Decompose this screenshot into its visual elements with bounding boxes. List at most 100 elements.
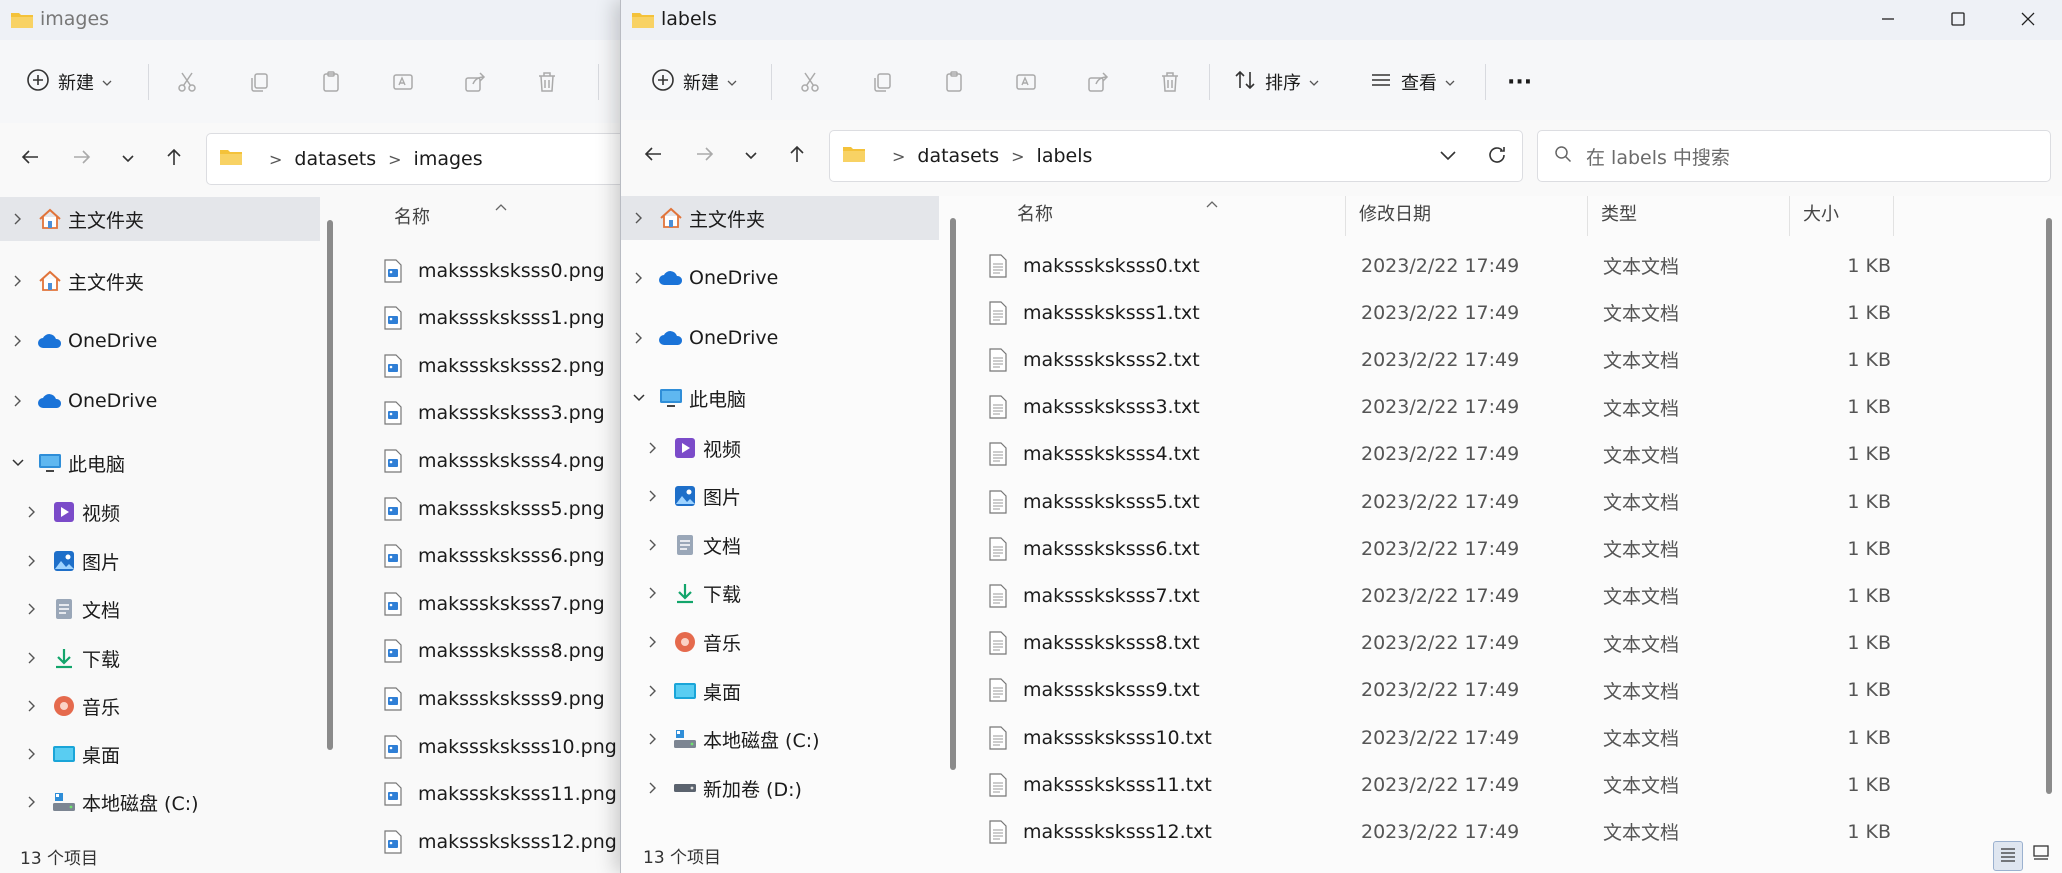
- nav-item-videos[interactable]: 视频: [621, 426, 939, 470]
- maximize-button[interactable]: [1923, 0, 1993, 40]
- chevron-down-icon[interactable]: [8, 458, 28, 468]
- chevron-right-icon[interactable]: [8, 212, 28, 226]
- address-bar[interactable]: > datasets > images: [206, 133, 640, 185]
- nav-item-desktop[interactable]: 桌面: [621, 669, 939, 713]
- nav-item-pictures[interactable]: 图片: [621, 474, 939, 518]
- recent-locations-button[interactable]: [733, 138, 769, 174]
- column-header-name[interactable]: 名称: [1017, 196, 1053, 230]
- file-row[interactable]: maksssksksss0.txt 2023/2/22 17:49 文本文档 1 KB: [965, 242, 2035, 289]
- nav-item-documents[interactable]: 文档: [0, 587, 320, 631]
- new-button[interactable]: 新建: [26, 63, 112, 101]
- copy-button[interactable]: [242, 63, 276, 101]
- details-view-button[interactable]: [1993, 841, 2023, 871]
- file-row[interactable]: maksssksksss7.png: [382, 580, 640, 627]
- file-list-scrollbar[interactable]: [2043, 218, 2055, 798]
- refresh-icon[interactable]: [1486, 144, 1508, 171]
- chevron-right-icon[interactable]: [629, 271, 649, 285]
- cut-button[interactable]: [793, 63, 827, 101]
- file-row[interactable]: maksssksksss9.txt 2023/2/22 17:49 文本文档 1 KB: [965, 667, 2035, 714]
- delete-button[interactable]: [530, 63, 564, 101]
- close-button[interactable]: [1993, 0, 2062, 40]
- nav-item-videos[interactable]: 视频: [0, 490, 320, 534]
- file-row[interactable]: maksssksksss2.png: [382, 342, 640, 389]
- nav-item-downloads[interactable]: 下载: [621, 571, 939, 615]
- nav-item-onedrive-cloud[interactable]: OneDrive: [621, 256, 939, 300]
- nav-item-local-disk[interactable]: 本地磁盘 (C:): [0, 780, 320, 824]
- navigation-scrollbar[interactable]: [324, 220, 336, 760]
- column-header-size[interactable]: 大小: [1803, 196, 1839, 230]
- file-row[interactable]: maksssksksss1.txt 2023/2/22 17:49 文本文档 1 KB: [965, 289, 2035, 336]
- chevron-right-icon[interactable]: [643, 732, 663, 746]
- chevron-right-icon[interactable]: [22, 651, 42, 665]
- nav-item-pictures[interactable]: 图片: [0, 539, 320, 583]
- chevron-right-icon[interactable]: [643, 586, 663, 600]
- new-button[interactable]: 新建: [651, 63, 737, 101]
- file-row[interactable]: maksssksksss9.png: [382, 675, 640, 722]
- share-button[interactable]: [458, 63, 492, 101]
- more-options-button[interactable]: ···: [1507, 63, 1532, 101]
- file-row[interactable]: maksssksksss10.png: [382, 723, 640, 770]
- recent-locations-button[interactable]: [110, 141, 146, 177]
- breadcrumb-images[interactable]: images: [414, 148, 483, 170]
- chevron-down-icon[interactable]: [629, 393, 649, 403]
- delete-button[interactable]: [1153, 63, 1187, 101]
- chevron-right-icon[interactable]: [629, 211, 649, 225]
- search-box[interactable]: 在 labels 中搜索: [1537, 130, 2051, 182]
- rename-button[interactable]: [386, 63, 420, 101]
- nav-item-this-pc[interactable]: 此电脑: [0, 441, 320, 485]
- file-row[interactable]: maksssksksss3.txt 2023/2/22 17:49 文本文档 1 KB: [965, 384, 2035, 431]
- navigation-scrollbar[interactable]: [947, 218, 959, 774]
- file-row[interactable]: maksssksksss5.png: [382, 485, 640, 532]
- chevron-right-icon[interactable]: [629, 331, 649, 345]
- file-row[interactable]: maksssksksss0.png: [382, 247, 640, 294]
- cut-button[interactable]: [170, 63, 204, 101]
- breadcrumb-labels[interactable]: labels: [1037, 145, 1093, 167]
- chevron-right-icon[interactable]: [643, 635, 663, 649]
- chevron-right-icon[interactable]: [22, 505, 42, 519]
- file-row[interactable]: maksssksksss10.txt 2023/2/22 17:49 文本文档 1 K…: [965, 714, 2035, 761]
- tiles-view-button[interactable]: [2027, 841, 2055, 869]
- paste-button[interactable]: [314, 63, 348, 101]
- chevron-right-icon[interactable]: [22, 747, 42, 761]
- nav-item-onedrive-cloud[interactable]: OneDrive: [621, 316, 939, 360]
- breadcrumb-datasets[interactable]: datasets: [294, 148, 376, 170]
- file-row[interactable]: maksssksksss4.png: [382, 437, 640, 484]
- chevron-right-icon[interactable]: [22, 795, 42, 809]
- nav-item-home[interactable]: 主文件夹: [621, 196, 939, 240]
- nav-item-desktop[interactable]: 桌面: [0, 732, 320, 776]
- scrollbar-thumb[interactable]: [327, 220, 333, 750]
- chevron-right-icon[interactable]: [22, 602, 42, 616]
- chevron-right-icon[interactable]: [643, 489, 663, 503]
- chevron-right-icon[interactable]: [643, 441, 663, 455]
- rename-button[interactable]: [1009, 63, 1043, 101]
- view-button[interactable]: 查看: [1369, 63, 1455, 101]
- file-row[interactable]: maksssksksss1.png: [382, 295, 640, 342]
- file-row[interactable]: maksssksksss11.png: [382, 771, 640, 818]
- nav-item-this-pc[interactable]: 此电脑: [621, 376, 939, 420]
- back-button[interactable]: [635, 138, 671, 174]
- address-dropdown-icon[interactable]: [1438, 145, 1458, 170]
- nav-item-home[interactable]: 主文件夹: [0, 259, 320, 303]
- chevron-right-icon[interactable]: [643, 538, 663, 552]
- file-row[interactable]: maksssksksss5.txt 2023/2/22 17:49 文本文档 1 KB: [965, 478, 2035, 525]
- forward-button[interactable]: [687, 138, 723, 174]
- nav-item-local-disk[interactable]: 本地磁盘 (C:): [621, 717, 939, 761]
- paste-button[interactable]: [937, 63, 971, 101]
- up-button[interactable]: [156, 141, 192, 177]
- nav-item-drive[interactable]: 新加卷 (D:): [621, 766, 939, 810]
- chevron-right-icon[interactable]: [8, 394, 28, 408]
- back-button[interactable]: [12, 141, 48, 177]
- chevron-right-icon[interactable]: [643, 781, 663, 795]
- address-bar[interactable]: > datasets > labels: [829, 130, 1523, 182]
- column-header-name[interactable]: 名称: [394, 199, 430, 233]
- sort-button[interactable]: 排序: [1233, 63, 1319, 101]
- share-button[interactable]: [1081, 63, 1115, 101]
- nav-item-home[interactable]: 主文件夹: [0, 197, 320, 241]
- chevron-right-icon[interactable]: [8, 274, 28, 288]
- nav-item-documents[interactable]: 文档: [621, 523, 939, 567]
- nav-item-onedrive-cloud[interactable]: OneDrive: [0, 379, 320, 423]
- chevron-right-icon[interactable]: [22, 699, 42, 713]
- chevron-right-icon[interactable]: [8, 334, 28, 348]
- breadcrumb-datasets[interactable]: datasets: [917, 145, 999, 167]
- column-header-modified[interactable]: 修改日期: [1359, 196, 1431, 230]
